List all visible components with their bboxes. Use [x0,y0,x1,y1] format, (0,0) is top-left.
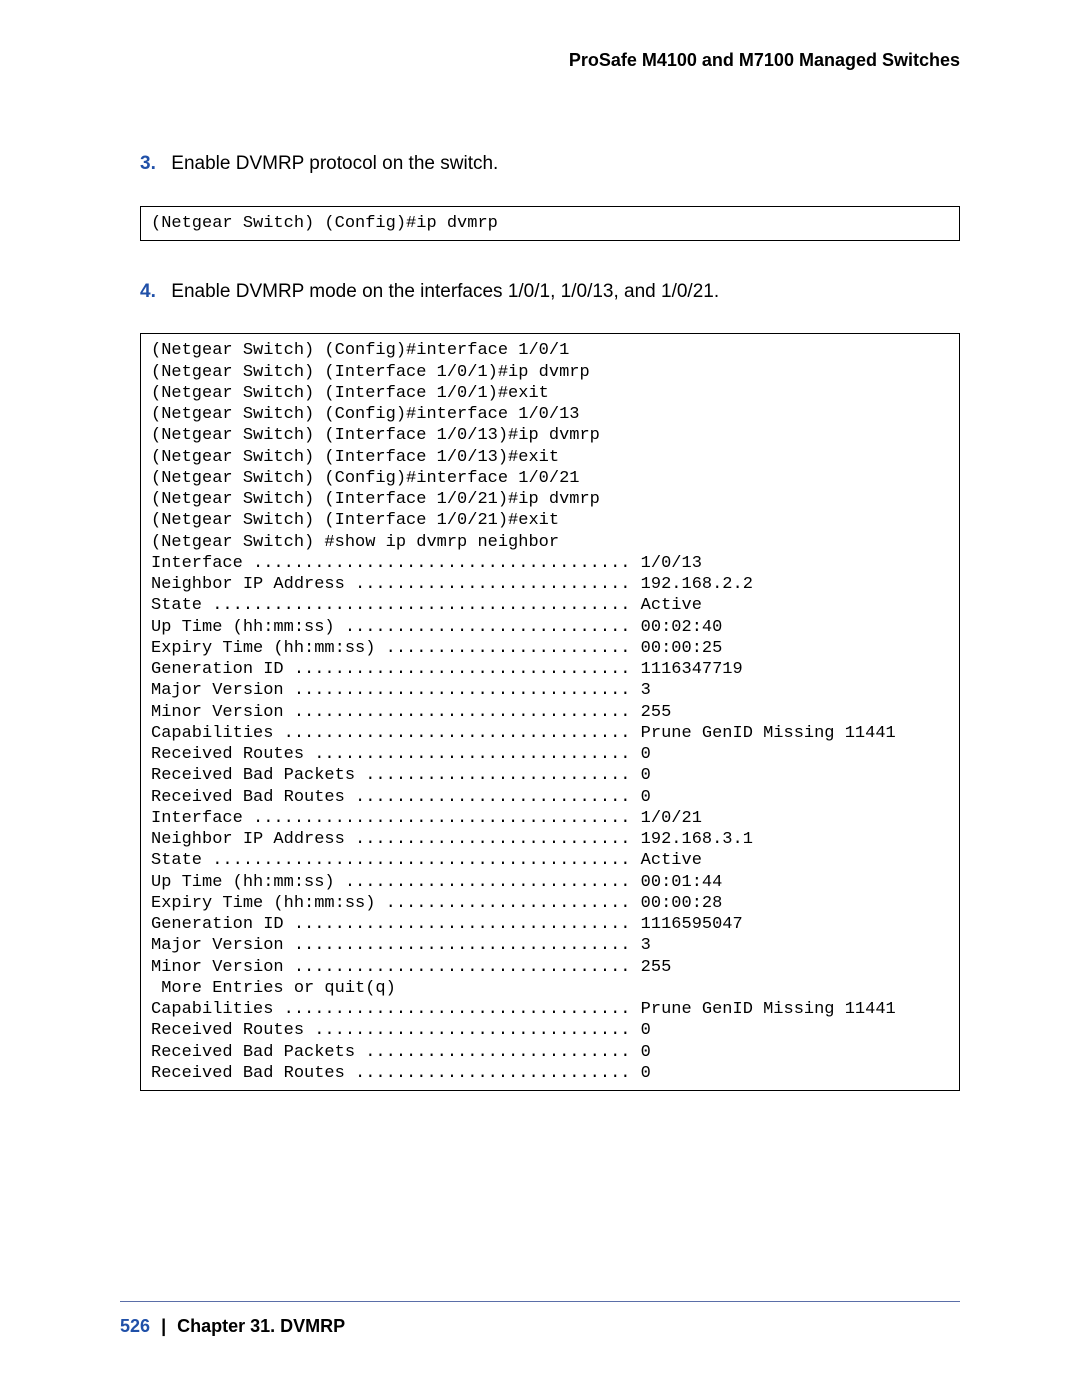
step-number: 4. [140,279,166,306]
running-header: ProSafe M4100 and M7100 Managed Switches [140,50,960,71]
step-text: Enable DVMRP protocol on the switch. [171,153,498,174]
code-block-2: (Netgear Switch) (Config)#interface 1/0/… [140,333,960,1091]
page-footer: 526 | Chapter 31. DVMRP [120,1301,960,1337]
step-3: 3. Enable DVMRP protocol on the switch. [140,151,960,178]
step-text: Enable DVMRP mode on the interfaces 1/0/… [171,281,719,302]
step-4: 4. Enable DVMRP mode on the interfaces 1… [140,279,960,306]
code-block-1: (Netgear Switch) (Config)#ip dvmrp [140,206,960,241]
step-number: 3. [140,151,166,178]
page-number: 526 [120,1316,150,1336]
footer-separator: | [155,1316,172,1336]
chapter-label: Chapter 31. DVMRP [177,1316,345,1336]
